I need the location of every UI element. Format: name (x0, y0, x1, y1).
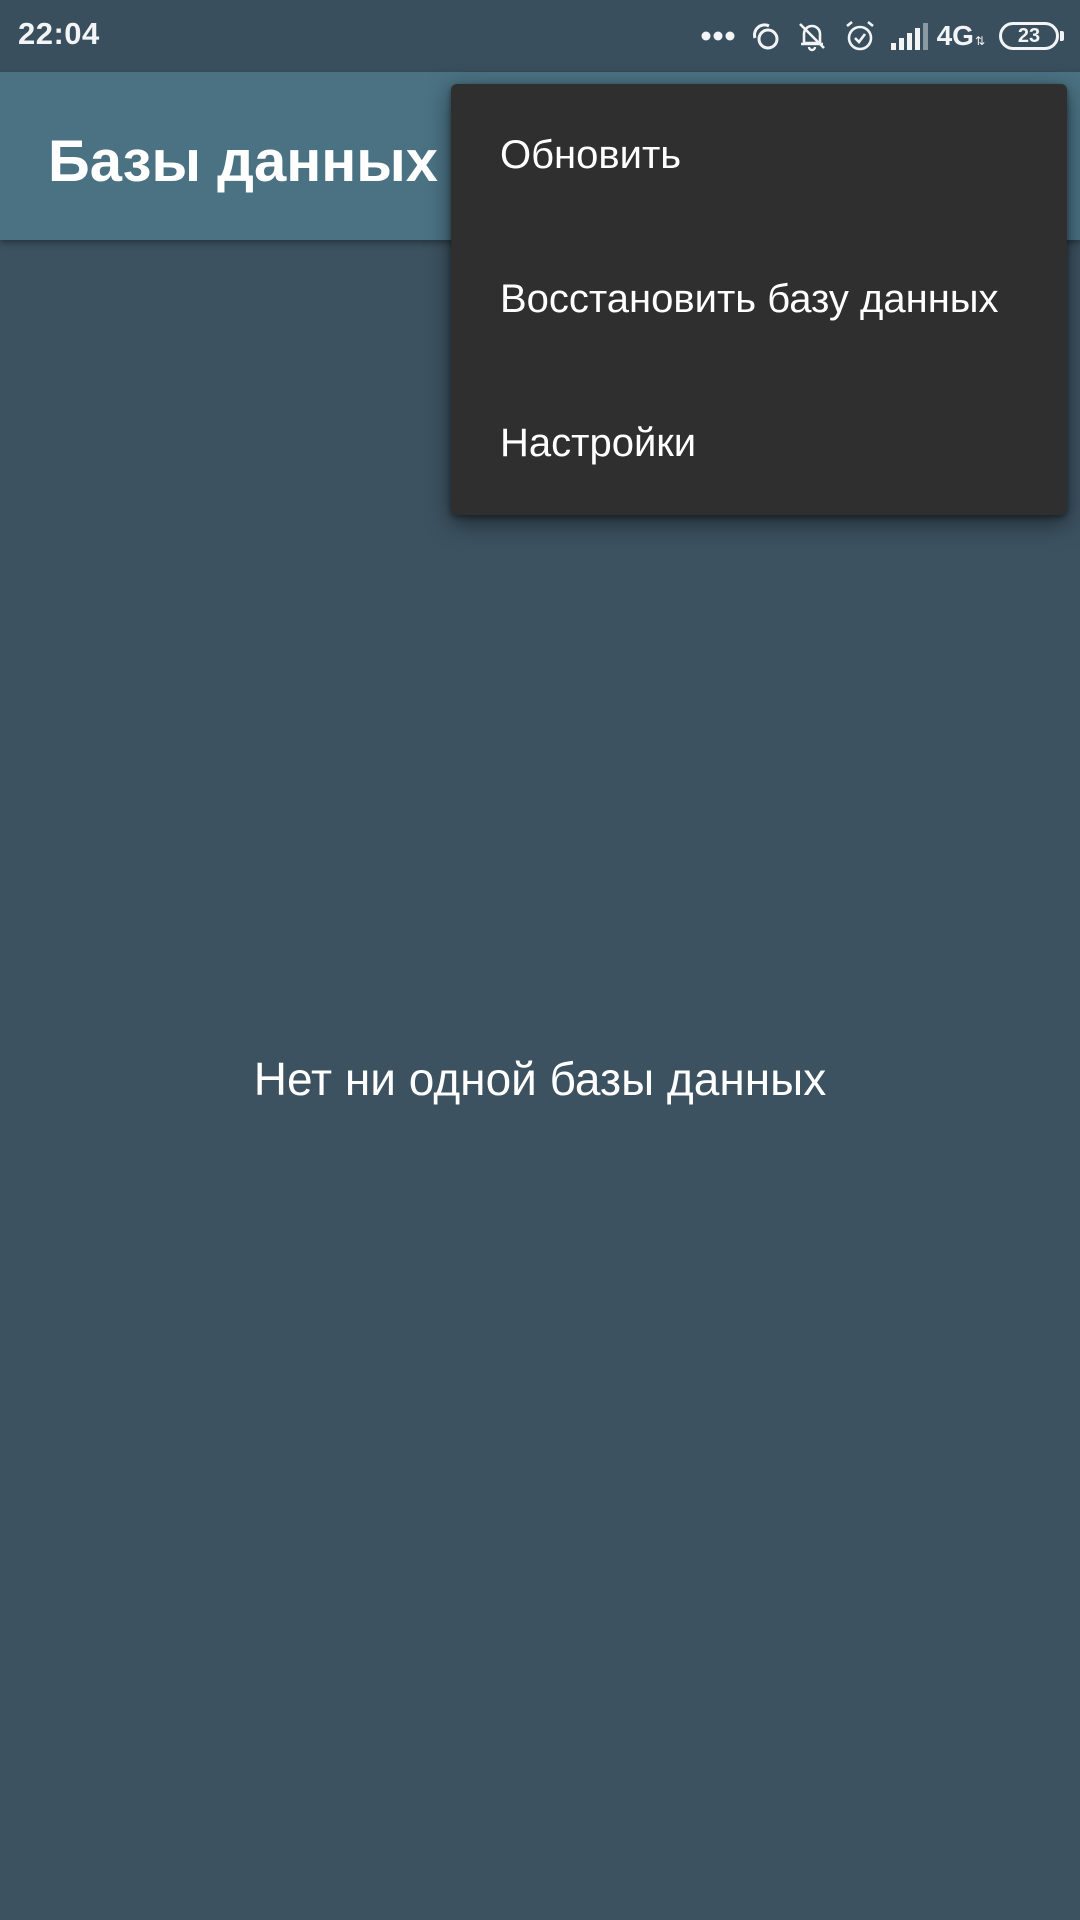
signal-icon (890, 22, 929, 50)
menu-item-label: Обновить (500, 133, 682, 177)
empty-state-message: Нет ни одной базы данных (253, 1053, 827, 1105)
battery-tip (1060, 31, 1064, 41)
alarm-icon (843, 19, 877, 53)
status-time: 22:04 (18, 16, 100, 51)
page-title: Базы данных (48, 129, 439, 194)
battery-icon: 23 (999, 22, 1064, 50)
more-dots-icon (701, 31, 735, 41)
menu-item-label: Восстановить базу данных (500, 277, 999, 321)
network-label: 4G (936, 20, 974, 51)
screen: 22:04 4G ⇅ 23 Базы данных Обновить Восст… (0, 0, 1080, 1920)
menu-item-label: Настройки (500, 421, 697, 465)
menu-item-refresh[interactable]: Обновить (451, 84, 1067, 227)
data-arrows-icon: ⇅ (974, 34, 985, 48)
status-icons: 4G ⇅ 23 (687, 14, 1064, 58)
network-type: 4G ⇅ (937, 20, 985, 52)
battery-level: 23 (1017, 25, 1041, 47)
status-bar: 22:04 4G ⇅ 23 (0, 0, 1080, 72)
bell-off-icon (795, 19, 829, 53)
menu-item-settings[interactable]: Настройки (451, 372, 1067, 515)
sync-icon (749, 20, 781, 52)
menu-item-restore-database[interactable]: Восстановить базу данных (451, 228, 1067, 371)
overflow-menu: Обновить Восстановить базу данных Настро… (451, 84, 1067, 515)
battery-body: 23 (999, 22, 1059, 50)
